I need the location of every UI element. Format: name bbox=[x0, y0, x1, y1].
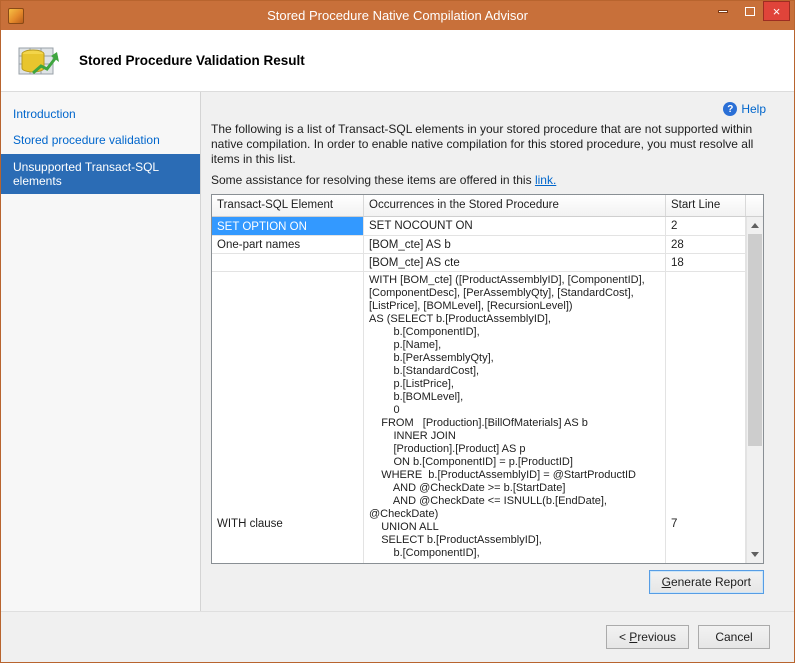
sidebar: Introduction Stored procedure validation… bbox=[1, 92, 201, 611]
scroll-up-icon bbox=[751, 223, 759, 228]
scroll-down-icon bbox=[751, 552, 759, 557]
cell-start-line: 7 bbox=[666, 272, 746, 563]
cell-element bbox=[212, 254, 364, 271]
cell-occurrence: [BOM_cte] AS b bbox=[364, 236, 666, 253]
cell-occurrence: [BOM_cte] AS cte bbox=[364, 254, 666, 271]
table-row[interactable]: One-part names [BOM_cte] AS b 28 bbox=[212, 236, 746, 254]
close-button[interactable]: × bbox=[763, 1, 790, 21]
help-label: Help bbox=[741, 102, 766, 116]
cell-element: One-part names bbox=[212, 236, 364, 253]
table-row[interactable]: WITH clause WITH [BOM_cte] ([ProductAsse… bbox=[212, 272, 746, 563]
cell-occurrence: SET NOCOUNT ON bbox=[364, 217, 666, 235]
scroll-down-button[interactable] bbox=[747, 546, 763, 563]
col-header-occurrences[interactable]: Occurrences in the Stored Procedure bbox=[364, 195, 666, 216]
table-row[interactable]: SET OPTION ON SET NOCOUNT ON 2 bbox=[212, 217, 746, 236]
table-header: Transact-SQL Element Occurrences in the … bbox=[212, 195, 763, 217]
header: Stored Procedure Validation Result bbox=[1, 30, 794, 92]
cell-start-line: 18 bbox=[666, 254, 746, 271]
cell-element: WITH clause bbox=[212, 272, 364, 563]
sidebar-item-introduction[interactable]: Introduction bbox=[1, 102, 200, 126]
dialog-window: Stored Procedure Native Compilation Advi… bbox=[0, 0, 795, 663]
help-button[interactable]: ? Help bbox=[723, 102, 766, 116]
scroll-thumb[interactable] bbox=[748, 234, 762, 446]
assistance-prefix: Some assistance for resolving these item… bbox=[211, 173, 535, 187]
title-bar[interactable]: Stored Procedure Native Compilation Advi… bbox=[1, 1, 794, 30]
maximize-icon bbox=[745, 7, 755, 16]
table-scrollbar[interactable] bbox=[746, 217, 763, 563]
footer: < Previous Cancel bbox=[1, 611, 794, 662]
cell-start-line: 28 bbox=[666, 236, 746, 253]
cell-start-line: 2 bbox=[666, 217, 746, 235]
description-text: The following is a list of Transact-SQL … bbox=[211, 122, 764, 167]
window-title: Stored Procedure Native Compilation Advi… bbox=[1, 8, 794, 23]
elements-table: Transact-SQL Element Occurrences in the … bbox=[211, 194, 764, 564]
cell-occurrence: WITH [BOM_cte] ([ProductAssemblyID], [Co… bbox=[364, 272, 666, 563]
table-row[interactable]: [BOM_cte] AS cte 18 bbox=[212, 254, 746, 272]
assistance-text: Some assistance for resolving these item… bbox=[211, 173, 764, 187]
scroll-up-button[interactable] bbox=[747, 217, 763, 234]
sidebar-item-stored-procedure-validation[interactable]: Stored procedure validation bbox=[1, 128, 200, 152]
close-icon: × bbox=[773, 4, 781, 19]
generate-report-button[interactable]: Generate Report bbox=[649, 570, 764, 594]
scroll-track[interactable] bbox=[747, 234, 763, 546]
page-title: Stored Procedure Validation Result bbox=[79, 53, 305, 68]
advisor-icon bbox=[17, 42, 61, 80]
main-panel: ? Help The following is a list of Transa… bbox=[201, 92, 794, 611]
sidebar-item-unsupported-elements[interactable]: Unsupported Transact-SQL elements bbox=[1, 154, 200, 194]
col-header-start-line[interactable]: Start Line bbox=[666, 195, 746, 216]
table-rows: SET OPTION ON SET NOCOUNT ON 2 One-part … bbox=[212, 217, 746, 563]
minimize-icon bbox=[718, 10, 728, 13]
cell-element: SET OPTION ON bbox=[212, 217, 364, 235]
help-icon: ? bbox=[723, 102, 737, 116]
caption-buttons: × bbox=[709, 1, 790, 21]
minimize-button[interactable] bbox=[709, 1, 736, 21]
previous-button[interactable]: < Previous bbox=[606, 625, 689, 649]
cancel-button[interactable]: Cancel bbox=[698, 625, 770, 649]
maximize-button[interactable] bbox=[736, 1, 763, 21]
assistance-link[interactable]: link. bbox=[535, 173, 556, 187]
col-header-element[interactable]: Transact-SQL Element bbox=[212, 195, 364, 216]
